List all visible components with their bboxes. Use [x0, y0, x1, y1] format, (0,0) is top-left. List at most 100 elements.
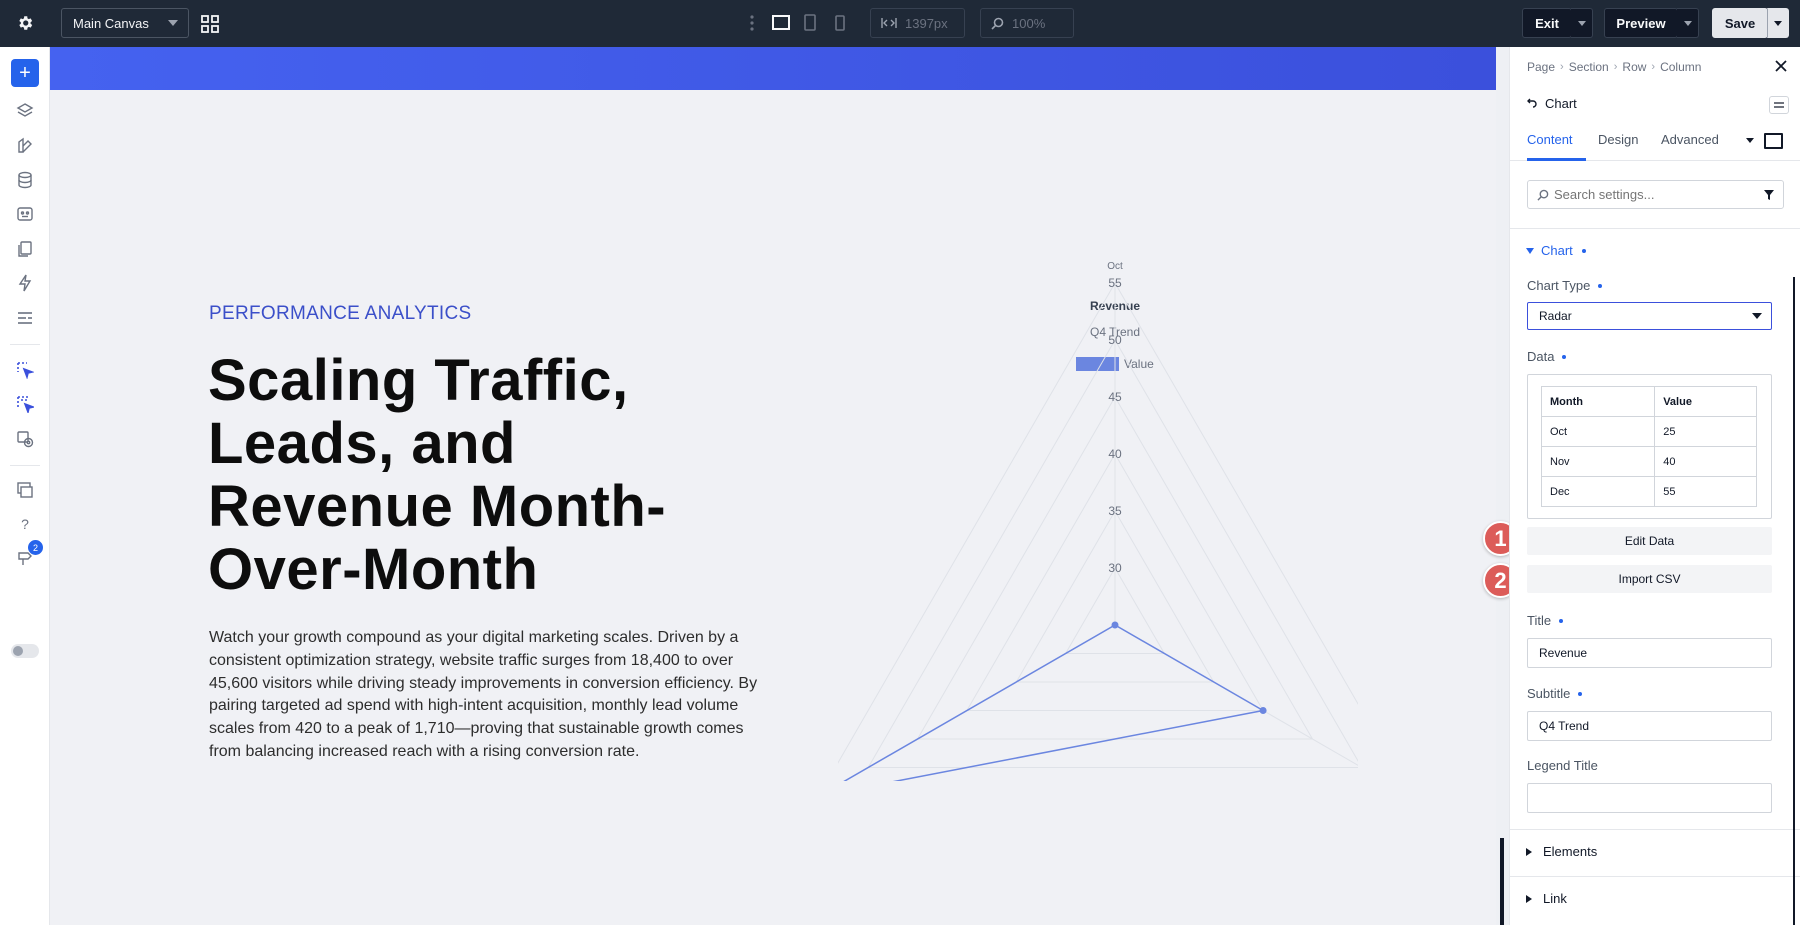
chart-type-select[interactable]: Radar: [1527, 302, 1772, 330]
module-options-icon[interactable]: [1769, 96, 1789, 114]
legend-title-input[interactable]: [1527, 783, 1772, 813]
import-csv-button[interactable]: Import CSV: [1527, 565, 1772, 593]
tab-design[interactable]: Design: [1598, 129, 1638, 161]
save-button[interactable]: Save: [1712, 8, 1768, 38]
radar-grid-ring: [867, 338, 1363, 768]
settings-search[interactable]: [1527, 180, 1784, 209]
list-settings-icon[interactable]: [14, 307, 36, 329]
data-table: Month Value Oct 25 Nov 40 Dec 55: [1540, 386, 1757, 507]
table-cell[interactable]: 40: [1654, 446, 1757, 477]
preview-dropdown-button[interactable]: [1677, 8, 1699, 38]
data-point: [1259, 707, 1267, 714]
page-headline: Scaling Traffic, Leads, and Revenue Mont…: [208, 348, 667, 602]
multi-select-icon[interactable]: [14, 393, 36, 415]
preview-visibility-icon[interactable]: [14, 428, 36, 450]
legend-swatch: [1076, 357, 1119, 371]
panel-divider: [1510, 876, 1800, 877]
table-cell[interactable]: 55: [1654, 476, 1757, 507]
preview-button[interactable]: Preview: [1604, 8, 1678, 38]
chevron-down-icon[interactable]: [1746, 138, 1754, 143]
title-input[interactable]: Revenue: [1527, 638, 1772, 668]
select-cursor-icon[interactable]: [14, 359, 36, 381]
toggle-knob: [13, 646, 23, 656]
section-link-toggle[interactable]: Link: [1526, 891, 1567, 906]
title-label-text: Title: [1527, 613, 1552, 628]
add-module-button[interactable]: +: [11, 59, 39, 87]
section-link-label: Link: [1543, 891, 1567, 906]
panel-resize-handle[interactable]: [1500, 838, 1504, 925]
data-label: Data: [1527, 349, 1567, 364]
toggle-panel-icon[interactable]: [1764, 133, 1783, 149]
grid-icon[interactable]: [199, 13, 220, 34]
layouts-icon[interactable]: [14, 479, 36, 501]
lightning-icon[interactable]: [14, 272, 36, 294]
left-sidebar: + ? 2: [0, 47, 50, 925]
table-cell[interactable]: Nov: [1540, 446, 1656, 477]
module-title: Chart: [1527, 96, 1577, 111]
canvas-select[interactable]: Main Canvas: [61, 8, 189, 38]
edit-data-button[interactable]: Edit Data: [1527, 527, 1772, 555]
back-arrow-icon[interactable]: [1527, 96, 1537, 111]
theme-builder-icon[interactable]: [14, 135, 36, 157]
desktop-view-icon[interactable]: [770, 12, 792, 34]
more-vertical-icon[interactable]: [748, 13, 756, 33]
panel-scrollbar[interactable]: [1793, 277, 1795, 925]
pages-icon[interactable]: [14, 238, 36, 260]
exit-button[interactable]: Exit: [1522, 8, 1572, 38]
chevron-down-icon: [168, 20, 178, 26]
tab-content[interactable]: Content: [1527, 129, 1586, 161]
zoom-value: 100%: [1012, 15, 1046, 31]
exit-button-label: Exit: [1535, 15, 1559, 31]
panel-tabs: Content Design Advanced: [1510, 129, 1800, 161]
table-cell[interactable]: 25: [1654, 416, 1757, 447]
edit-data-label: Edit Data: [1624, 534, 1675, 548]
table-header-month: Month: [1540, 386, 1656, 417]
section-chart-toggle[interactable]: Chart: [1526, 243, 1586, 258]
section-elements-toggle[interactable]: Elements: [1526, 844, 1597, 859]
breadcrumb-page[interactable]: Page: [1527, 60, 1555, 74]
data-series-line: [818, 624, 1266, 797]
panel-divider: [1510, 829, 1800, 830]
preview-button-label: Preview: [1616, 15, 1666, 31]
filter-icon[interactable]: [1763, 188, 1775, 206]
help-icon[interactable]: ?: [14, 513, 36, 535]
notification-badge: 2: [28, 540, 43, 555]
tab-advanced[interactable]: Advanced: [1661, 129, 1719, 161]
exit-dropdown-button[interactable]: [1571, 8, 1593, 38]
database-icon[interactable]: [14, 169, 36, 191]
data-point: [1111, 621, 1119, 629]
presets-icon[interactable]: [14, 203, 36, 225]
gear-icon[interactable]: [14, 12, 36, 34]
close-icon[interactable]: [1774, 59, 1790, 75]
modified-dot: [1598, 283, 1603, 288]
search-input[interactable]: [1554, 187, 1754, 202]
data-table-container: Month Value Oct 25 Nov 40 Dec 55: [1527, 374, 1772, 519]
title-input-value: Revenue: [1539, 646, 1588, 660]
width-field[interactable]: 1397px: [870, 8, 965, 38]
caret-down-icon: [1526, 247, 1534, 254]
radial-tick-label: 45: [1108, 390, 1122, 404]
subtitle-input[interactable]: Q4 Trend: [1527, 711, 1772, 741]
breadcrumb-section[interactable]: Section: [1569, 60, 1609, 74]
table-row: Nov 40: [1540, 446, 1757, 477]
phone-view-icon[interactable]: [829, 12, 851, 34]
layers-icon[interactable]: [14, 100, 36, 122]
builder-canvas[interactable]: PERFORMANCE ANALYTICS Scaling Traffic, L…: [50, 47, 1496, 925]
save-dropdown-button[interactable]: [1767, 8, 1789, 38]
chevron-down-icon: [1774, 20, 1782, 26]
category-label: Oct: [1107, 261, 1123, 272]
table-cell[interactable]: Oct: [1540, 416, 1656, 447]
mode-toggle[interactable]: [11, 644, 39, 658]
caret-right-icon: [1526, 847, 1532, 856]
breadcrumb-column[interactable]: Column: [1660, 60, 1701, 74]
breadcrumb-row[interactable]: Row: [1622, 60, 1646, 74]
tablet-view-icon[interactable]: [799, 12, 821, 34]
chevron-down-icon: [1752, 313, 1762, 319]
radar-chart[interactable]: RevenueQ4 TrendValue303540455055OctNovDe…: [790, 261, 1440, 811]
table-row: Oct 25: [1540, 416, 1757, 447]
subtitle-input-value: Q4 Trend: [1539, 719, 1590, 733]
rail-divider: [10, 465, 40, 466]
chart-type-value: Radar: [1539, 309, 1572, 323]
zoom-field[interactable]: 100%: [980, 8, 1074, 38]
table-cell[interactable]: Dec: [1540, 476, 1656, 507]
